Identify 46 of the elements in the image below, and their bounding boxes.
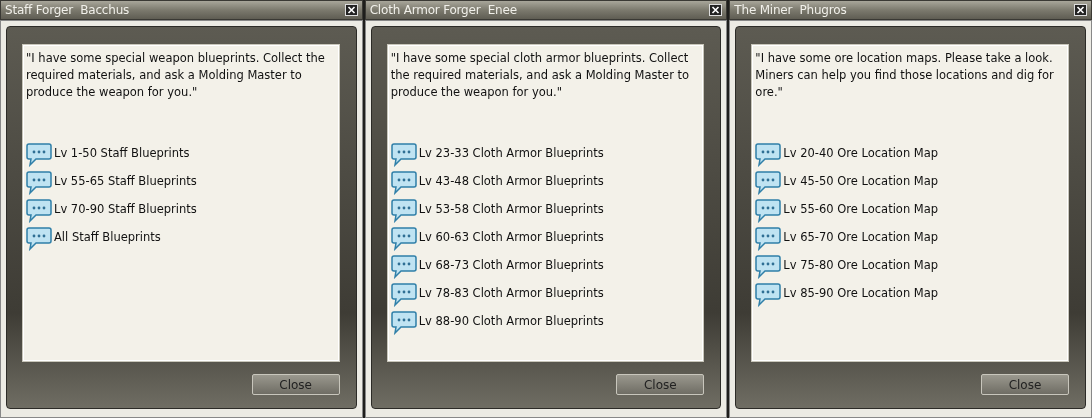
dialog-option[interactable]: Lv 43-48 Cloth Armor Blueprints <box>390 168 701 196</box>
speech-bubble-icon <box>390 169 417 195</box>
dialog-option[interactable]: Lv 65-70 Ore Location Map <box>755 224 1065 252</box>
speech-bubble-icon <box>26 141 52 167</box>
close-button[interactable]: Close <box>251 374 340 395</box>
speech-bubble-icon <box>26 197 52 223</box>
dialog-message: "I have some ore location maps. Please take a look. Miners can help you find those locations and dig for ore." <box>755 50 1055 101</box>
speech-bubble-icon <box>755 253 782 279</box>
window-title: Staff Forger Bacchus <box>5 2 130 19</box>
speech-bubble-icon <box>755 197 782 223</box>
dialog-option[interactable]: Lv 45-50 Ore Location Map <box>755 168 1065 196</box>
speech-bubble-icon <box>390 253 417 279</box>
dialog-option[interactable]: Lv 88-90 Cloth Armor Blueprints <box>390 308 701 336</box>
dialog-option[interactable]: Lv 1-50 Staff Blueprints <box>26 140 336 168</box>
dialog-message: "I have some special weapon blueprints. Collect the required materials, and ask a Molding Master to produce the weapon for you." <box>26 50 326 101</box>
close-button[interactable]: Close <box>981 374 1069 395</box>
close-icon[interactable] <box>1074 4 1087 16</box>
speech-bubble-icon <box>26 225 52 251</box>
close-icon[interactable] <box>344 4 358 16</box>
speech-bubble-icon <box>26 169 52 195</box>
dialog-option[interactable]: Lv 70-90 Staff Blueprints <box>26 196 336 224</box>
dialog-option[interactable]: Lv 78-83 Cloth Armor Blueprints <box>390 280 701 308</box>
close-button[interactable]: Close <box>616 374 705 395</box>
dialog-option[interactable]: Lv 53-58 Cloth Armor Blueprints <box>390 196 701 224</box>
window-title: The Miner Phugros <box>734 2 847 19</box>
speech-bubble-icon <box>755 225 782 251</box>
speech-bubble-icon <box>755 169 782 195</box>
dialog-option[interactable]: Lv 85-90 Ore Location Map <box>755 280 1065 308</box>
speech-bubble-icon <box>390 281 417 307</box>
dialog-option[interactable]: All Staff Blueprints <box>26 224 336 252</box>
speech-bubble-icon <box>390 309 417 335</box>
dialog-option[interactable]: Lv 75-80 Ore Location Map <box>755 252 1065 280</box>
speech-bubble-icon <box>755 141 782 167</box>
dialog-option[interactable]: Lv 20-40 Ore Location Map <box>755 140 1065 168</box>
speech-bubble-icon <box>755 281 782 307</box>
close-icon[interactable] <box>709 4 723 16</box>
speech-bubble-icon <box>390 225 417 251</box>
dialog-option[interactable]: Lv 23-33 Cloth Armor Blueprints <box>390 140 701 168</box>
dialog-message: "I have some special cloth armor blueprints. Collect the required materials, and ask a Molding Master to produce the weapon for you." <box>390 50 691 101</box>
dialog-option[interactable]: Lv 60-63 Cloth Armor Blueprints <box>390 224 701 252</box>
speech-bubble-icon <box>390 197 417 223</box>
dialog-option[interactable]: Lv 68-73 Cloth Armor Blueprints <box>390 252 701 280</box>
dialog-option[interactable]: Lv 55-65 Staff Blueprints <box>26 168 336 196</box>
dialog-option[interactable]: Lv 55-60 Ore Location Map <box>755 196 1065 224</box>
speech-bubble-icon <box>390 141 417 167</box>
window-title: Cloth Armor Forger Enee <box>369 2 517 19</box>
